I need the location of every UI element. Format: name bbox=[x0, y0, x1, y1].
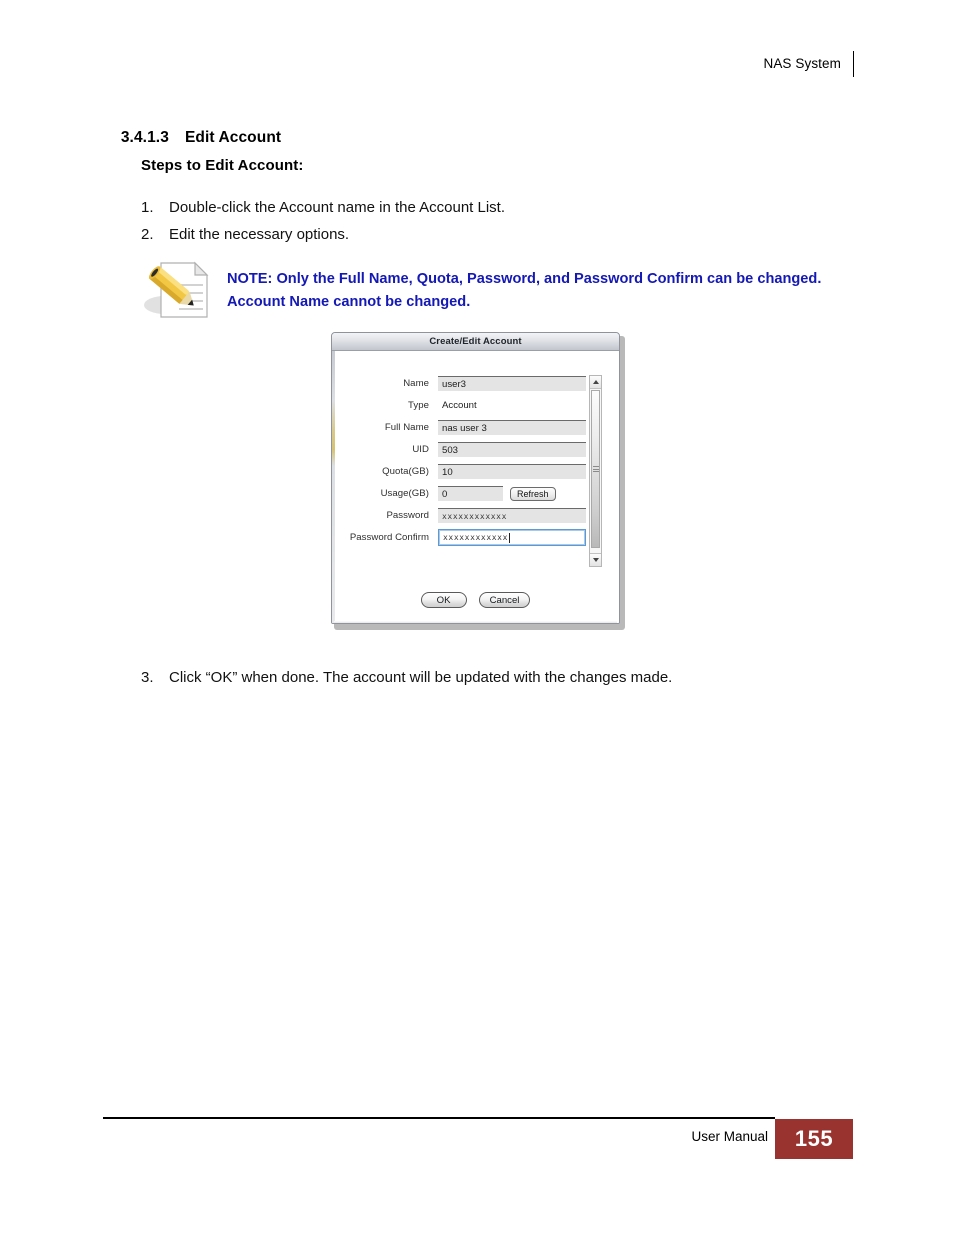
dialog-body: Name user3 Type Account Full Name nas us… bbox=[332, 351, 619, 623]
dialog-window: Create/Edit Account Name user3 Type Acco… bbox=[331, 332, 620, 624]
ok-button[interactable]: OK bbox=[420, 592, 467, 608]
steps-list-top: 1. Double-click the Account name in the … bbox=[141, 194, 841, 248]
step-text: Click “OK” when done. The account will b… bbox=[169, 669, 673, 686]
password-input[interactable]: xxxxxxxxxxxx bbox=[438, 508, 586, 524]
name-label: Name bbox=[403, 378, 429, 390]
text-caret bbox=[509, 532, 510, 543]
header-divider bbox=[853, 51, 854, 77]
step-text: Edit the necessary options. bbox=[169, 226, 350, 243]
password-label: Password bbox=[386, 510, 429, 522]
cancel-button[interactable]: Cancel bbox=[478, 592, 531, 608]
scrollbar-grip-icon bbox=[592, 465, 599, 474]
form-row-quota: Quota(GB) 10 bbox=[346, 461, 586, 483]
list-item: 1. Double-click the Account name in the … bbox=[141, 194, 841, 221]
scroll-up-button[interactable] bbox=[590, 376, 601, 389]
header-title: NAS System bbox=[763, 56, 841, 71]
form-row-uid: UID 503 bbox=[346, 439, 586, 461]
page-header: NAS System bbox=[763, 51, 854, 77]
dialog-title: Create/Edit Account bbox=[429, 336, 522, 347]
step-number: 3. bbox=[141, 669, 154, 686]
form-row-name: Name user3 bbox=[346, 373, 586, 395]
scroll-down-arrow-icon bbox=[592, 558, 599, 562]
account-form: Name user3 Type Account Full Name nas us… bbox=[346, 373, 586, 549]
form-row-type: Type Account bbox=[346, 395, 586, 417]
quota-label: Quota(GB) bbox=[382, 466, 429, 478]
create-edit-account-dialog: Create/Edit Account Name user3 Type Acco… bbox=[331, 332, 625, 630]
scroll-up-arrow-icon bbox=[592, 380, 599, 384]
footer-label: User Manual bbox=[691, 1129, 768, 1144]
password-masked-value: xxxxxxxxxxxx bbox=[442, 511, 507, 521]
pencil-document-icon bbox=[141, 259, 211, 321]
form-row-password: Password xxxxxxxxxxxx bbox=[346, 505, 586, 527]
dialog-left-edge bbox=[332, 351, 335, 623]
step-number: 2. bbox=[141, 226, 154, 243]
sub-heading: Steps to Edit Account: bbox=[141, 157, 304, 174]
dialog-button-bar: OK Cancel bbox=[332, 592, 619, 608]
scroll-down-button[interactable] bbox=[590, 553, 601, 566]
refresh-button[interactable]: Refresh bbox=[510, 486, 556, 501]
steps-list-bottom: 3. Click “OK” when done. The account wil… bbox=[141, 664, 841, 691]
name-input[interactable]: user3 bbox=[438, 376, 586, 392]
form-row-password-confirm: Password Confirm xxxxxxxxxxxx bbox=[346, 527, 586, 549]
page-number-badge: 155 bbox=[775, 1119, 853, 1159]
uid-input[interactable]: 503 bbox=[438, 442, 586, 458]
vertical-scrollbar[interactable] bbox=[589, 375, 602, 567]
list-item: 3. Click “OK” when done. The account wil… bbox=[141, 664, 841, 691]
usage-label: Usage(GB) bbox=[380, 488, 429, 500]
step-number: 1. bbox=[141, 199, 154, 216]
form-row-full-name: Full Name nas user 3 bbox=[346, 417, 586, 439]
step-text: Double-click the Account name in the Acc… bbox=[169, 199, 506, 216]
scrollbar-thumb[interactable] bbox=[591, 390, 600, 548]
uid-label: UID bbox=[412, 444, 429, 456]
note-callout: NOTE: Only the Full Name, Quota, Passwor… bbox=[141, 259, 841, 321]
usage-input[interactable]: 0 bbox=[438, 486, 503, 502]
dialog-titlebar: Create/Edit Account bbox=[332, 333, 619, 351]
password-confirm-masked-value: xxxxxxxxxxxx bbox=[443, 533, 508, 543]
password-confirm-input[interactable]: xxxxxxxxxxxx bbox=[438, 529, 586, 547]
form-row-usage: Usage(GB) 0 Refresh bbox=[346, 483, 586, 505]
section-heading: 3.4.1.3 Edit Account bbox=[112, 111, 281, 147]
type-value: Account bbox=[442, 400, 477, 412]
footer-divider bbox=[103, 1117, 775, 1119]
type-label: Type bbox=[408, 400, 429, 412]
scrollbar-track[interactable] bbox=[590, 389, 601, 553]
list-item: 2. Edit the necessary options. bbox=[141, 221, 841, 248]
section-number: 3.4.1.3 bbox=[120, 129, 169, 146]
section-title-text: Edit Account bbox=[184, 129, 282, 146]
dialog-bottom-edge bbox=[334, 621, 617, 623]
full-name-label: Full Name bbox=[384, 422, 429, 434]
full-name-input[interactable]: nas user 3 bbox=[438, 420, 586, 436]
password-confirm-label: Password Confirm bbox=[349, 532, 429, 544]
quota-input[interactable]: 10 bbox=[438, 464, 586, 480]
note-text: NOTE: Only the Full Name, Quota, Passwor… bbox=[227, 271, 822, 310]
